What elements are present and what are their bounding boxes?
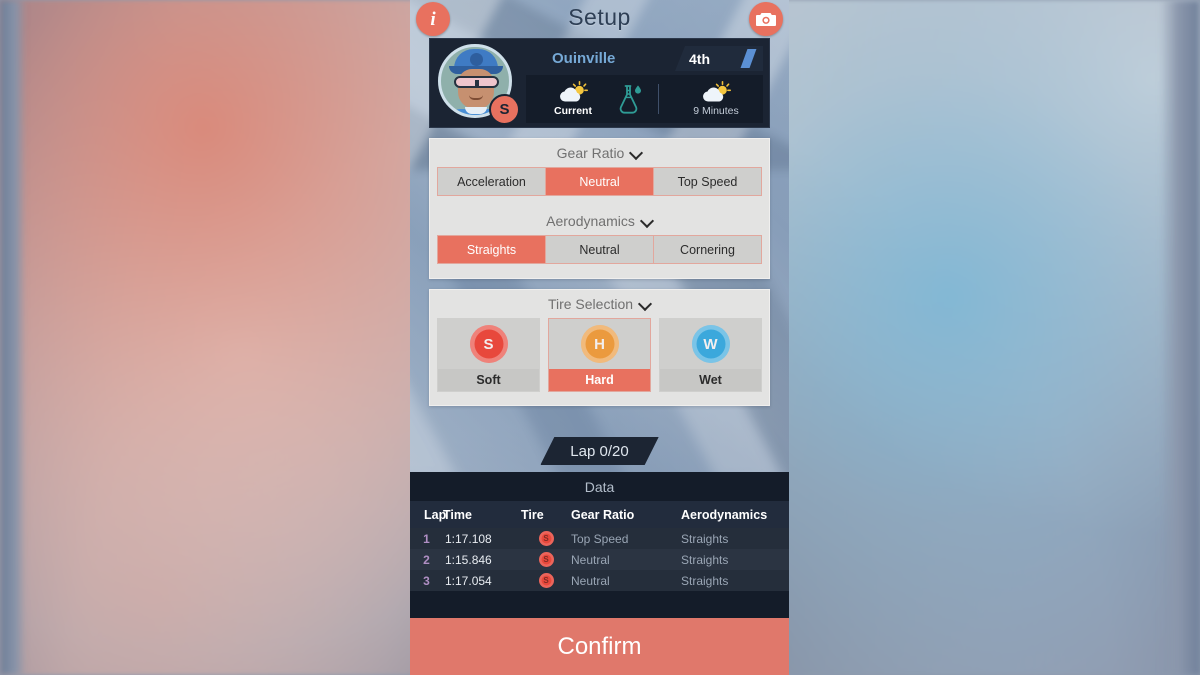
- tire-hard-label: Hard: [549, 369, 650, 391]
- gear-ratio-option-neutral[interactable]: Neutral: [546, 168, 654, 195]
- column-header-aerodynamics: Aerodynamics: [681, 507, 768, 522]
- aerodynamics-title: Aerodynamics: [546, 213, 635, 229]
- tire-soft-circle-wrap: S: [438, 319, 539, 369]
- driver-panel: S Ouinville 4th Current 9 Minutes: [429, 38, 770, 128]
- cell-aerodynamics: Straights: [681, 552, 729, 567]
- table-row[interactable]: 2 1:15.846 S Neutral Straights: [410, 549, 789, 570]
- top-bar: i Setup: [410, 0, 789, 38]
- tire-selection-title: Tire Selection: [547, 296, 634, 312]
- column-header-time: Time: [443, 507, 472, 522]
- position-text: 4th: [689, 50, 710, 67]
- flask-droplet-icon: [619, 85, 641, 114]
- chevron-down-icon[interactable]: [631, 148, 642, 159]
- avatar-sunglasses-icon: [454, 76, 499, 88]
- weather-current-label: Current: [554, 105, 592, 117]
- cell-lap: 3: [423, 573, 430, 588]
- tire-soft-icon: S: [538, 573, 554, 588]
- tire-wet-label: Wet: [660, 369, 761, 391]
- avatar-cap-logo: [470, 53, 483, 66]
- cell-aerodynamics: Straights: [681, 573, 729, 588]
- driver-tire-badge: S: [489, 94, 520, 125]
- cell-gear-ratio: Top Speed: [571, 531, 629, 546]
- weather-divider: [658, 84, 659, 114]
- tire-soft-label: Soft: [438, 369, 539, 391]
- chevron-down-icon[interactable]: [642, 216, 653, 227]
- data-table-header: Lap Time Tire Gear Ratio Aerodynamics: [410, 501, 789, 528]
- aerodynamics-option-cornering[interactable]: Cornering: [654, 236, 761, 263]
- gear-ratio-options: Acceleration Neutral Top Speed: [437, 167, 762, 196]
- lap-counter-banner: Lap 0/20: [540, 437, 658, 465]
- cell-lap: 2: [423, 552, 430, 567]
- tire-wet-icon: W: [691, 325, 730, 363]
- aerodynamics-options: Straights Neutral Cornering: [437, 235, 762, 264]
- position-badge: 4th: [675, 46, 763, 71]
- avatar[interactable]: S: [438, 44, 520, 125]
- aerodynamics-option-neutral[interactable]: Neutral: [546, 236, 654, 263]
- data-panel: Data Lap Time Tire Gear Ratio Aerodynami…: [410, 472, 789, 618]
- chevron-down-icon[interactable]: [640, 299, 651, 310]
- confirm-button[interactable]: Confirm: [410, 618, 789, 675]
- tire-soft-icon: S: [538, 552, 554, 567]
- lap-counter-text: Lap 0/20: [570, 442, 629, 460]
- weather-forecast[interactable]: 9 Minutes: [673, 81, 759, 117]
- cell-tire: S: [521, 552, 571, 567]
- cell-time: 1:17.054: [445, 573, 492, 588]
- cell-tire: S: [521, 531, 571, 546]
- confirm-button-label: Confirm: [557, 632, 642, 660]
- setup-card: Gear Ratio Acceleration Neutral Top Spee…: [429, 138, 770, 279]
- sun-behind-cloud-icon: [703, 81, 731, 102]
- table-row[interactable]: 1 1:17.108 S Top Speed Straights: [410, 528, 789, 549]
- tire-option-wet[interactable]: W Wet: [659, 318, 762, 392]
- cell-gear-ratio: Neutral: [571, 552, 610, 567]
- cell-time: 1:17.108: [445, 531, 492, 546]
- tire-option-hard[interactable]: H Hard: [548, 318, 651, 392]
- tire-option-soft[interactable]: S Soft: [437, 318, 540, 392]
- avatar-collar: [465, 107, 487, 114]
- cell-tire: S: [521, 573, 571, 588]
- driver-name-row: Ouinville 4th: [526, 46, 763, 71]
- avatar-face: [458, 69, 494, 109]
- weather-forecast-label: 9 Minutes: [693, 105, 739, 117]
- table-row[interactable]: 3 1:17.054 S Neutral Straights: [410, 570, 789, 591]
- background-left-edge: [0, 0, 26, 675]
- gear-ratio-title: Gear Ratio: [556, 145, 625, 161]
- data-title: Data: [584, 478, 615, 495]
- cell-gear-ratio: Neutral: [571, 573, 610, 588]
- camera-glyph: [756, 13, 776, 26]
- column-header-gear-ratio: Gear Ratio: [571, 507, 635, 522]
- weather-flask[interactable]: [608, 83, 650, 115]
- tire-options: S Soft H Hard W Wet: [437, 318, 762, 392]
- aerodynamics-header[interactable]: Aerodynamics: [430, 207, 769, 235]
- cell-aerodynamics: Straights: [681, 531, 729, 546]
- weather-row: Current 9 Minutes: [526, 75, 763, 123]
- tire-hard-icon: H: [580, 325, 619, 363]
- tire-soft-icon: S: [538, 531, 554, 546]
- gear-ratio-option-top-speed[interactable]: Top Speed: [654, 168, 761, 195]
- aerodynamics-option-straights[interactable]: Straights: [438, 236, 546, 263]
- driver-name: Ouinville: [552, 50, 616, 67]
- tire-soft-icon: S: [469, 325, 508, 363]
- page-title: Setup: [568, 4, 631, 30]
- tire-hard-circle-wrap: H: [549, 319, 650, 369]
- position-accent-bar: [740, 49, 757, 68]
- gear-ratio-option-acceleration[interactable]: Acceleration: [438, 168, 546, 195]
- camera-icon[interactable]: [749, 2, 783, 36]
- sun-behind-cloud-icon: [560, 81, 588, 102]
- column-header-lap: Lap: [424, 507, 447, 522]
- tire-selection-card: Tire Selection S Soft H Hard W Wet: [429, 289, 770, 406]
- gear-ratio-header[interactable]: Gear Ratio: [430, 139, 769, 167]
- weather-current[interactable]: Current: [538, 81, 608, 117]
- tire-selection-header[interactable]: Tire Selection: [430, 290, 769, 318]
- cell-lap: 1: [423, 531, 430, 546]
- background-right-edge: [1160, 0, 1200, 675]
- tire-wet-circle-wrap: W: [660, 319, 761, 369]
- cell-time: 1:15.846: [445, 552, 492, 567]
- setup-screen: i Setup S Ouinville 4th Current 9 Minute…: [410, 0, 789, 675]
- column-header-tire: Tire: [521, 507, 544, 522]
